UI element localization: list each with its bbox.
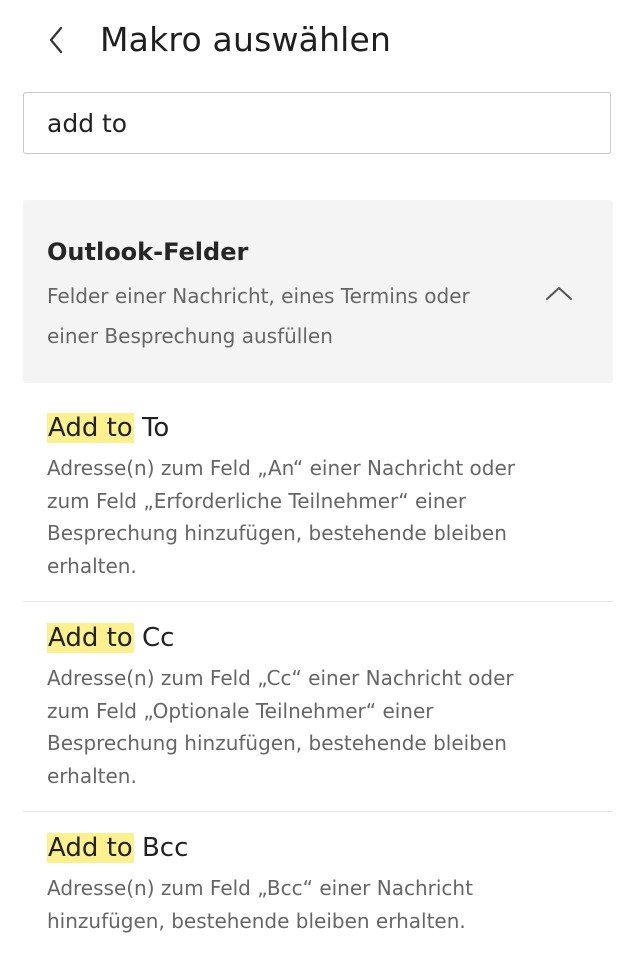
back-button[interactable]: [36, 20, 76, 60]
macro-title-rest: Bcc: [133, 833, 189, 863]
divider: [23, 811, 613, 812]
macro-title: Add to Bcc: [47, 830, 188, 866]
group-description: Felder einer Nachricht, eines Termins od…: [47, 284, 470, 348]
search-box[interactable]: [23, 92, 611, 154]
macro-description: Adresse(n) zum Feld „An“ einer Nachricht…: [47, 456, 516, 578]
macro-title: Add to Cc: [47, 620, 174, 656]
group-header-outlook-fields[interactable]: Outlook-Felder Felder einer Nachricht, e…: [23, 200, 613, 383]
macro-description: Adresse(n) zum Feld „Bcc“ einer Nachrich…: [47, 876, 473, 933]
search-match-highlight: Add to: [47, 833, 134, 863]
search-input[interactable]: [24, 93, 610, 153]
divider: [23, 601, 613, 602]
macro-description: Adresse(n) zum Feld „Cc“ einer Nachricht…: [47, 666, 514, 788]
macro-title-rest: To: [133, 413, 170, 443]
chevron-left-icon: [49, 26, 63, 54]
header: Makro auswählen: [0, 0, 636, 84]
macro-item-add-to-to[interactable]: Add to To Adresse(n) zum Feld „An“ einer…: [23, 410, 613, 590]
group-title: Outlook-Felder: [47, 238, 249, 266]
macro-title-rest: Cc: [133, 623, 175, 653]
collapse-toggle[interactable]: [541, 278, 577, 308]
macro-title: Add to To: [47, 410, 169, 446]
search-match-highlight: Add to: [47, 623, 134, 653]
macro-item-add-to-bcc[interactable]: Add to Bcc Adresse(n) zum Feld „Bcc“ ein…: [23, 830, 613, 945]
macro-item-add-to-cc[interactable]: Add to Cc Adresse(n) zum Feld „Cc“ einer…: [23, 620, 613, 800]
search-match-highlight: Add to: [47, 413, 134, 443]
chevron-up-icon: [546, 287, 572, 300]
page-title: Makro auswählen: [100, 20, 392, 59]
